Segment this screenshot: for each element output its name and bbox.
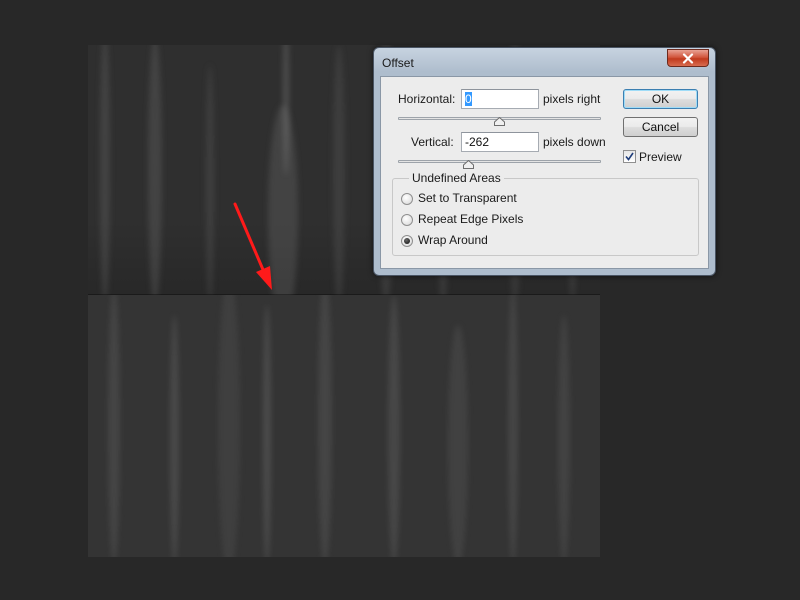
red-arrow-icon — [228, 198, 280, 298]
vertical-unit: pixels down — [543, 135, 606, 149]
offset-dialog: Offset Horizontal: 0 pixels right Vertic… — [373, 47, 716, 276]
preview-checkbox[interactable] — [623, 150, 636, 163]
horizontal-unit: pixels right — [543, 92, 601, 106]
close-icon — [682, 52, 694, 64]
set-to-transparent-label[interactable]: Set to Transparent — [418, 191, 517, 205]
vertical-input-value: -262 — [465, 135, 490, 149]
dialog-titlebar[interactable]: Offset — [374, 48, 715, 76]
horizontal-slider-thumb[interactable] — [494, 113, 505, 126]
offset-seam-line — [88, 294, 600, 295]
horizontal-label: Horizontal: — [398, 92, 456, 106]
close-button[interactable] — [667, 49, 709, 67]
undefined-areas-group: Undefined Areas Set to Transparent Repea… — [392, 171, 699, 256]
horizontal-input[interactable]: 0 — [461, 89, 539, 109]
vertical-slider-thumb[interactable] — [463, 156, 474, 169]
cancel-button[interactable]: Cancel — [623, 117, 698, 137]
dialog-body: Horizontal: 0 pixels right Vertical: -26… — [380, 76, 709, 269]
radio-set-to-transparent[interactable] — [401, 193, 413, 205]
undefined-areas-title: Undefined Areas — [409, 171, 504, 185]
vertical-label: Vertical: — [411, 135, 454, 149]
repeat-edge-pixels-label[interactable]: Repeat Edge Pixels — [418, 212, 523, 226]
ok-button[interactable]: OK — [623, 89, 698, 109]
vertical-slider-track[interactable] — [398, 160, 601, 163]
radio-repeat-edge-pixels[interactable] — [401, 214, 413, 226]
horizontal-input-value: 0 — [465, 92, 472, 106]
wrap-around-label[interactable]: Wrap Around — [418, 233, 488, 247]
radio-wrap-around[interactable] — [401, 235, 413, 247]
dialog-title: Offset — [382, 56, 414, 70]
vertical-input[interactable]: -262 — [461, 132, 539, 152]
canvas-bottom-region — [88, 295, 600, 557]
radio-selected-dot — [404, 238, 410, 244]
preview-label[interactable]: Preview — [639, 150, 682, 164]
